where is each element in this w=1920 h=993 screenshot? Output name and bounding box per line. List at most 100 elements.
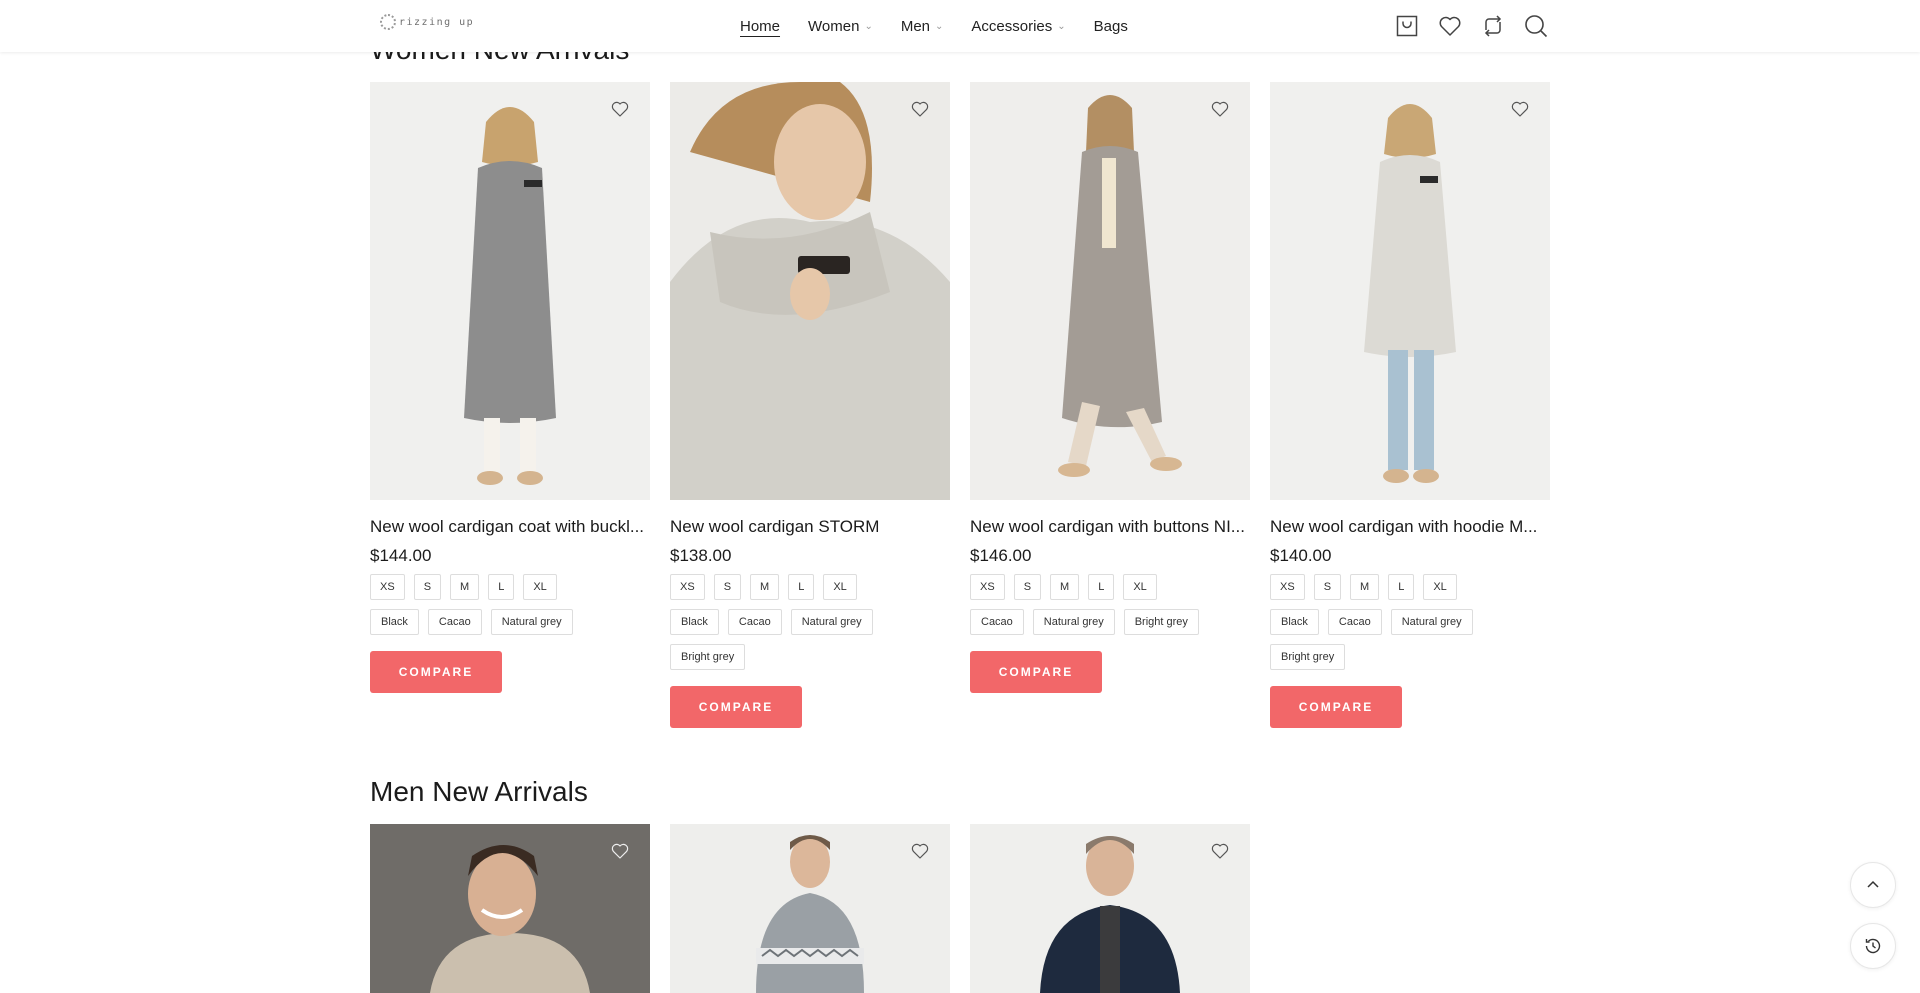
size-option[interactable]: L bbox=[1388, 574, 1415, 600]
size-options: XS S M L XL bbox=[670, 574, 950, 600]
wishlist-heart-icon[interactable] bbox=[910, 841, 930, 861]
color-options: Cacao Natural grey Bright grey bbox=[970, 609, 1250, 635]
color-options: Black Cacao Natural grey Bright grey bbox=[670, 609, 950, 670]
compare-icon[interactable] bbox=[1480, 13, 1506, 39]
product-title[interactable]: New wool cardigan with buttons NI... bbox=[970, 517, 1250, 537]
product-grid-men bbox=[370, 824, 1250, 993]
product-card bbox=[370, 824, 650, 993]
product-image[interactable] bbox=[970, 82, 1250, 500]
product-card: New wool cardigan with buttons NI... $14… bbox=[970, 82, 1250, 728]
product-image[interactable] bbox=[1270, 82, 1550, 500]
nav-item-bags[interactable]: Bags bbox=[1094, 18, 1128, 35]
compare-button[interactable]: COMPARE bbox=[1270, 686, 1402, 728]
product-price: $138.00 bbox=[670, 546, 732, 565]
chevron-down-icon: ⌄ bbox=[935, 20, 944, 32]
product-image[interactable] bbox=[370, 824, 650, 993]
size-option[interactable]: XL bbox=[523, 574, 557, 600]
product-image[interactable] bbox=[970, 824, 1250, 993]
size-option[interactable]: S bbox=[1313, 574, 1342, 600]
color-option[interactable]: Black bbox=[1270, 609, 1319, 635]
size-options: XS S M L XL bbox=[970, 574, 1250, 600]
product-title[interactable]: New wool cardigan with hoodie M... bbox=[1270, 517, 1550, 537]
size-option[interactable]: M bbox=[450, 574, 480, 600]
product-card: New wool cardigan with hoodie M... $140.… bbox=[1270, 82, 1550, 728]
product-price: $144.00 bbox=[370, 546, 432, 565]
recently-viewed-button[interactable] bbox=[1850, 923, 1896, 969]
cart-icon[interactable] bbox=[1394, 13, 1420, 39]
nav-label: Women bbox=[808, 17, 860, 35]
color-option[interactable]: Natural grey bbox=[1390, 609, 1473, 635]
size-option[interactable]: XL bbox=[1123, 574, 1157, 600]
site-logo[interactable]: rizzing up bbox=[380, 14, 474, 30]
logo-mark-icon bbox=[380, 14, 396, 30]
wishlist-heart-icon[interactable] bbox=[910, 99, 930, 119]
size-option[interactable]: XS bbox=[370, 574, 405, 600]
chevron-down-icon: ⌄ bbox=[864, 20, 873, 32]
nav-item-accessories[interactable]: Accessories ⌄ bbox=[971, 18, 1065, 35]
compare-button[interactable]: COMPARE bbox=[670, 686, 802, 728]
product-card bbox=[970, 824, 1250, 993]
history-icon bbox=[1865, 938, 1881, 954]
wishlist-heart-icon[interactable] bbox=[1510, 99, 1530, 119]
product-price: $146.00 bbox=[970, 546, 1032, 565]
color-option[interactable]: Bright grey bbox=[1123, 609, 1199, 635]
size-option[interactable]: XL bbox=[823, 574, 857, 600]
size-option[interactable]: L bbox=[1088, 574, 1115, 600]
search-icon[interactable] bbox=[1523, 13, 1549, 39]
logo-text: rizzing up bbox=[399, 16, 475, 28]
wishlist-heart-icon[interactable] bbox=[610, 841, 630, 861]
nav-label: Accessories bbox=[971, 17, 1053, 35]
color-option[interactable]: Cacao bbox=[1327, 609, 1382, 635]
color-option[interactable]: Cacao bbox=[970, 609, 1024, 635]
product-card bbox=[670, 824, 950, 993]
size-option[interactable]: S bbox=[413, 574, 442, 600]
product-card: New wool cardigan STORM $138.00 XS S M L… bbox=[670, 82, 950, 728]
size-option[interactable]: L bbox=[788, 574, 815, 600]
color-option[interactable]: Natural grey bbox=[1032, 609, 1115, 635]
nav-label: Bags bbox=[1093, 17, 1128, 35]
wishlist-heart-icon[interactable] bbox=[610, 99, 630, 119]
compare-button[interactable]: COMPARE bbox=[970, 651, 1102, 693]
color-option[interactable]: Black bbox=[370, 609, 419, 635]
size-options: XS S M L XL bbox=[1270, 574, 1550, 600]
heart-icon[interactable] bbox=[1437, 13, 1463, 39]
product-title[interactable]: New wool cardigan STORM bbox=[670, 517, 950, 537]
header-actions bbox=[1394, 13, 1549, 39]
size-option[interactable]: M bbox=[1050, 574, 1080, 600]
size-option[interactable]: XS bbox=[1270, 574, 1305, 600]
color-option[interactable]: Cacao bbox=[727, 609, 782, 635]
wishlist-heart-icon[interactable] bbox=[1210, 841, 1230, 861]
product-title[interactable]: New wool cardigan coat with buckl... bbox=[370, 517, 650, 537]
size-option[interactable]: S bbox=[713, 574, 742, 600]
section-title-men: Men New Arrivals bbox=[370, 776, 588, 807]
color-option[interactable]: Natural grey bbox=[490, 609, 573, 635]
product-image[interactable] bbox=[670, 82, 950, 500]
size-option[interactable]: XL bbox=[1423, 574, 1457, 600]
nav-label: Home bbox=[740, 17, 781, 35]
site-header: rizzing up Home Women ⌄ Men ⌄ Accessories ⌄… bbox=[0, 0, 1920, 52]
color-option[interactable]: Black bbox=[670, 609, 719, 635]
size-option[interactable]: XS bbox=[970, 574, 1005, 600]
nav-label: Men bbox=[900, 17, 931, 35]
product-image[interactable] bbox=[670, 824, 950, 993]
nav-item-men[interactable]: Men ⌄ bbox=[901, 18, 944, 35]
color-option[interactable]: Natural grey bbox=[790, 609, 873, 635]
size-option[interactable]: XS bbox=[670, 574, 705, 600]
main-nav: Home Women ⌄ Men ⌄ Accessories ⌄ Bags bbox=[740, 0, 1156, 52]
color-option[interactable]: Cacao bbox=[427, 609, 482, 635]
wishlist-heart-icon[interactable] bbox=[1210, 99, 1230, 119]
color-options: Black Cacao Natural grey bbox=[370, 609, 650, 635]
size-option[interactable]: L bbox=[488, 574, 515, 600]
product-price: $140.00 bbox=[1270, 546, 1332, 565]
nav-item-women[interactable]: Women ⌄ bbox=[808, 18, 873, 35]
compare-button[interactable]: COMPARE bbox=[370, 651, 502, 693]
size-option[interactable]: S bbox=[1013, 574, 1042, 600]
size-option[interactable]: M bbox=[750, 574, 780, 600]
color-option[interactable]: Bright grey bbox=[1270, 644, 1346, 670]
color-option[interactable]: Bright grey bbox=[670, 644, 746, 670]
nav-item-home[interactable]: Home bbox=[740, 18, 780, 35]
size-option[interactable]: M bbox=[1350, 574, 1380, 600]
chevron-up-icon bbox=[1867, 880, 1879, 888]
scroll-to-top-button[interactable] bbox=[1850, 862, 1896, 908]
product-image[interactable] bbox=[370, 82, 650, 500]
